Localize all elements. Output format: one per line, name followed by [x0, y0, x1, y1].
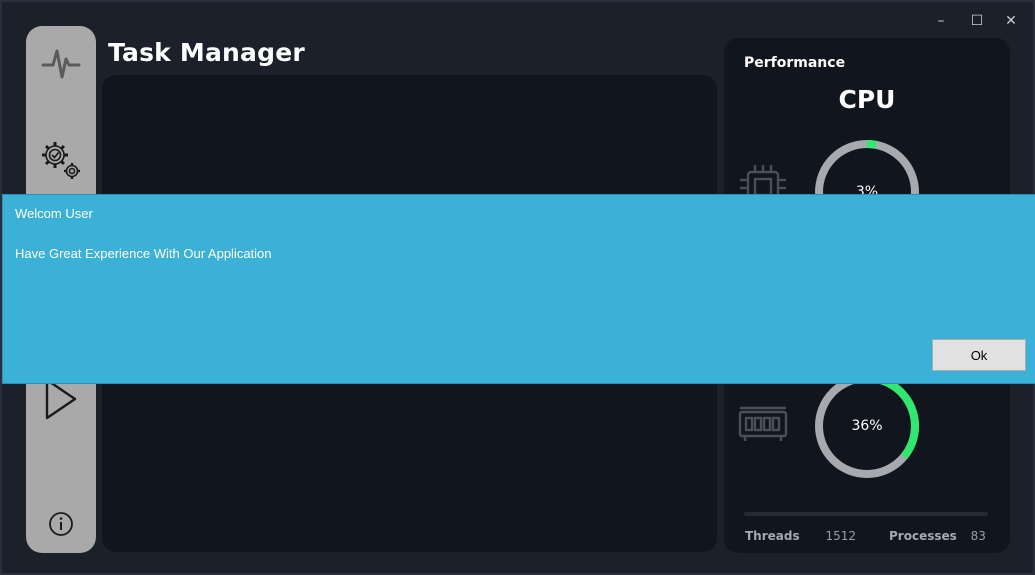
memory-percent-label: 36%: [851, 418, 883, 434]
performance-heading: Performance: [744, 55, 846, 71]
processes-value: 83: [970, 529, 986, 543]
threads-label: Threads: [745, 529, 800, 543]
welcome-dialog: Welcom User Have Great Experience With O…: [2, 194, 1035, 384]
settings-gears-icon[interactable]: [38, 138, 84, 184]
app-window: – ☐ ✕ Task Manager Performance CPU 3% 36…: [0, 0, 1035, 575]
dialog-title: Welcom User: [15, 206, 93, 221]
maximize-button[interactable]: ☐: [963, 10, 991, 32]
activity-icon[interactable]: [38, 40, 84, 86]
threads-value: 1512: [825, 529, 856, 543]
ram-module-icon: [737, 406, 789, 446]
memory-gauge: 36%: [813, 372, 921, 480]
minimize-button[interactable]: –: [927, 10, 955, 32]
info-icon[interactable]: [38, 501, 84, 547]
dialog-message: Have Great Experience With Our Applicati…: [15, 246, 272, 261]
threads-stat: Threads 1512: [745, 529, 856, 543]
close-button[interactable]: ✕: [997, 10, 1025, 32]
processes-stat: Processes 83: [889, 529, 986, 543]
cpu-title: CPU: [838, 85, 896, 114]
panel-divider: [744, 512, 988, 516]
processes-label: Processes: [889, 529, 957, 543]
page-title: Task Manager: [108, 38, 305, 67]
ok-button[interactable]: Ok: [932, 339, 1026, 371]
